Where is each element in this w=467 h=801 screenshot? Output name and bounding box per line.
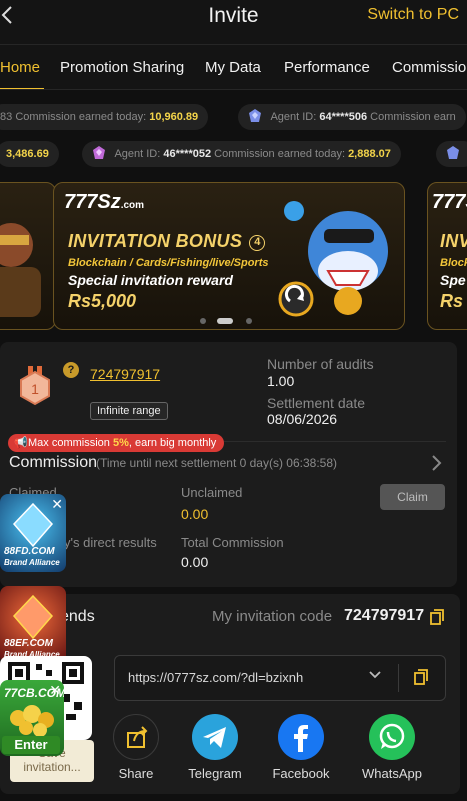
- share-label: Share: [118, 766, 154, 781]
- ticker-agent-label: Agent ID:: [114, 148, 161, 160]
- commission-ticker-row-2: 3,486.69 Agent ID: 46****052 Commission …: [0, 139, 467, 169]
- gem-icon: [249, 109, 261, 122]
- megaphone-icon: 📢: [14, 437, 28, 449]
- brand-logo: 777Sz: [432, 191, 467, 213]
- share-button[interactable]: Share: [110, 714, 162, 781]
- tab-commission[interactable]: Commission: [392, 59, 467, 76]
- commission-ticker-row-1: 83 Commission earned today: 10,960.89 Ag…: [0, 102, 467, 132]
- floating-ad-sub: Brand Alliance: [4, 558, 60, 567]
- banner-slide-invitation-bonus[interactable]: 777Sz.com INVITATION BONUS 4 Blockchain …: [53, 182, 405, 330]
- enter-button[interactable]: Enter: [2, 736, 60, 754]
- ticker-prefix: 83: [0, 111, 13, 123]
- settlement-date-label: Settlement date: [267, 395, 366, 411]
- invitation-code-label: My invitation code: [212, 608, 333, 625]
- ticker-item: 3,486.69: [0, 141, 59, 167]
- tab-bar: Home Promotion Sharing My Data Performan…: [0, 44, 467, 90]
- total-commission-value: 0.00: [181, 554, 209, 570]
- whatsapp-icon: [369, 714, 415, 760]
- share-label: Telegram: [188, 766, 242, 781]
- chevron-down-icon[interactable]: [368, 668, 382, 682]
- audits-label: Number of audits: [267, 356, 374, 372]
- brand-logo: 777Sz.com: [64, 191, 145, 213]
- ticker-value: 3,486.69: [6, 148, 49, 160]
- facebook-button[interactable]: Facebook: [268, 714, 334, 781]
- share-label: WhatsApp: [362, 766, 422, 781]
- switch-to-pc-link[interactable]: Switch to PC: [367, 6, 459, 24]
- tab-promotion-sharing[interactable]: Promotion Sharing: [60, 59, 184, 76]
- header-bar: Invite Switch to PC: [0, 0, 467, 44]
- share-icon: [113, 714, 159, 760]
- ticker-item: [436, 141, 467, 167]
- facebook-icon: [278, 714, 324, 760]
- commission-title: Commission: [9, 454, 98, 471]
- floating-ad-88ef[interactable]: 88EF.COM Brand Alliance: [0, 586, 66, 664]
- audits-value: 1.00: [267, 373, 295, 389]
- ticker-value: 2,888.07: [348, 148, 391, 160]
- direct-results-label: y's direct results: [64, 535, 157, 550]
- divider: [398, 664, 399, 692]
- character-illustration: [0, 223, 41, 317]
- ticker-item: Agent ID: 46****052 Commission earned to…: [82, 141, 401, 167]
- total-commission-label: Total Commission: [181, 535, 284, 550]
- range-badge: Infinite range: [90, 402, 168, 420]
- ticker-agent-label: Agent ID:: [270, 111, 317, 123]
- gem-icon: [93, 146, 105, 159]
- carousel-dot[interactable]: [246, 318, 252, 324]
- banner-carousel[interactable]: 777Sz.com INVITATION BONUS 4 Blockchain …: [0, 180, 467, 332]
- settlement-date-value: 08/06/2026: [267, 411, 338, 427]
- ticker-value: 10,960.89: [149, 111, 199, 123]
- ticker-item: Agent ID: 64****506 Commission earn: [238, 104, 466, 130]
- telegram-button[interactable]: Telegram: [184, 714, 246, 781]
- tab-performance[interactable]: Performance: [284, 59, 370, 76]
- banner-special: Special invitation reward: [68, 272, 233, 288]
- shark-mascot-icon: [278, 201, 388, 317]
- banner-slide-previous[interactable]: [0, 182, 56, 330]
- ticker-agent-id: 64****506: [319, 111, 368, 123]
- carousel-dot-active[interactable]: [217, 318, 233, 324]
- ticker-item: 83 Commission earned today: 10,960.89: [0, 104, 209, 130]
- banner-title: INVITATION BONUS 4: [68, 231, 266, 252]
- close-icon[interactable]: ✕: [51, 496, 63, 513]
- svg-text:1: 1: [31, 381, 39, 397]
- floating-ad-88fd[interactable]: ✕ 88FD.COM Brand Alliance: [0, 494, 66, 572]
- active-tab-indicator: [0, 88, 44, 89]
- ticker-label: Commission earn: [370, 111, 456, 123]
- copy-link-icon[interactable]: [414, 669, 428, 685]
- floating-ad-label: 88FD.COM: [4, 546, 55, 557]
- banner-title: INV: [440, 231, 467, 251]
- banner-subtitle: Block: [440, 257, 467, 269]
- copy-code-icon[interactable]: [430, 609, 444, 625]
- whatsapp-button[interactable]: WhatsApp: [356, 714, 428, 781]
- banner-reward: Rs: [440, 291, 464, 311]
- floating-ad-label: 88EF.COM: [4, 638, 53, 649]
- invite-link-text: https://0777sz.com/?dl=bzixnh: [128, 670, 304, 685]
- carousel-dot[interactable]: [200, 318, 206, 324]
- help-question-icon[interactable]: ?: [63, 362, 79, 378]
- floating-ad-label: 77CB.COM: [4, 686, 64, 700]
- max-commission-banner: 📢 Max commission 5%, earn big monthly: [8, 434, 225, 452]
- ticker-label: Commission earned today:: [15, 111, 147, 123]
- unclaimed-label: Unclaimed: [181, 485, 243, 500]
- banner-slide-next[interactable]: 777Sz INV Block Spe Rs: [427, 182, 467, 330]
- claim-button[interactable]: Claim: [380, 484, 445, 510]
- tab-my-data[interactable]: My Data: [205, 59, 261, 76]
- invitation-code-value: 724797917: [344, 607, 425, 624]
- banner-special: Spe: [440, 272, 466, 288]
- unclaimed-value: 0.00: [181, 506, 209, 522]
- commission-countdown: (Time until next settlement 0 day(s) 06:…: [96, 456, 337, 470]
- tab-home[interactable]: Home: [0, 59, 40, 76]
- agent-code: 724797917: [90, 366, 161, 382]
- ticker-agent-id: 46****052: [163, 148, 212, 160]
- banner-subtitle: Blockchain / Cards/Fishing/live/Sports: [68, 257, 269, 269]
- level-medal-icon: 1: [20, 366, 50, 406]
- chevron-right-icon[interactable]: [430, 454, 444, 472]
- telegram-icon: [192, 714, 238, 760]
- ticker-label: Commission earned today:: [214, 148, 345, 160]
- banner-reward: Rs5,000: [68, 291, 137, 311]
- share-label: Facebook: [272, 766, 330, 781]
- gem-icon: [447, 146, 459, 159]
